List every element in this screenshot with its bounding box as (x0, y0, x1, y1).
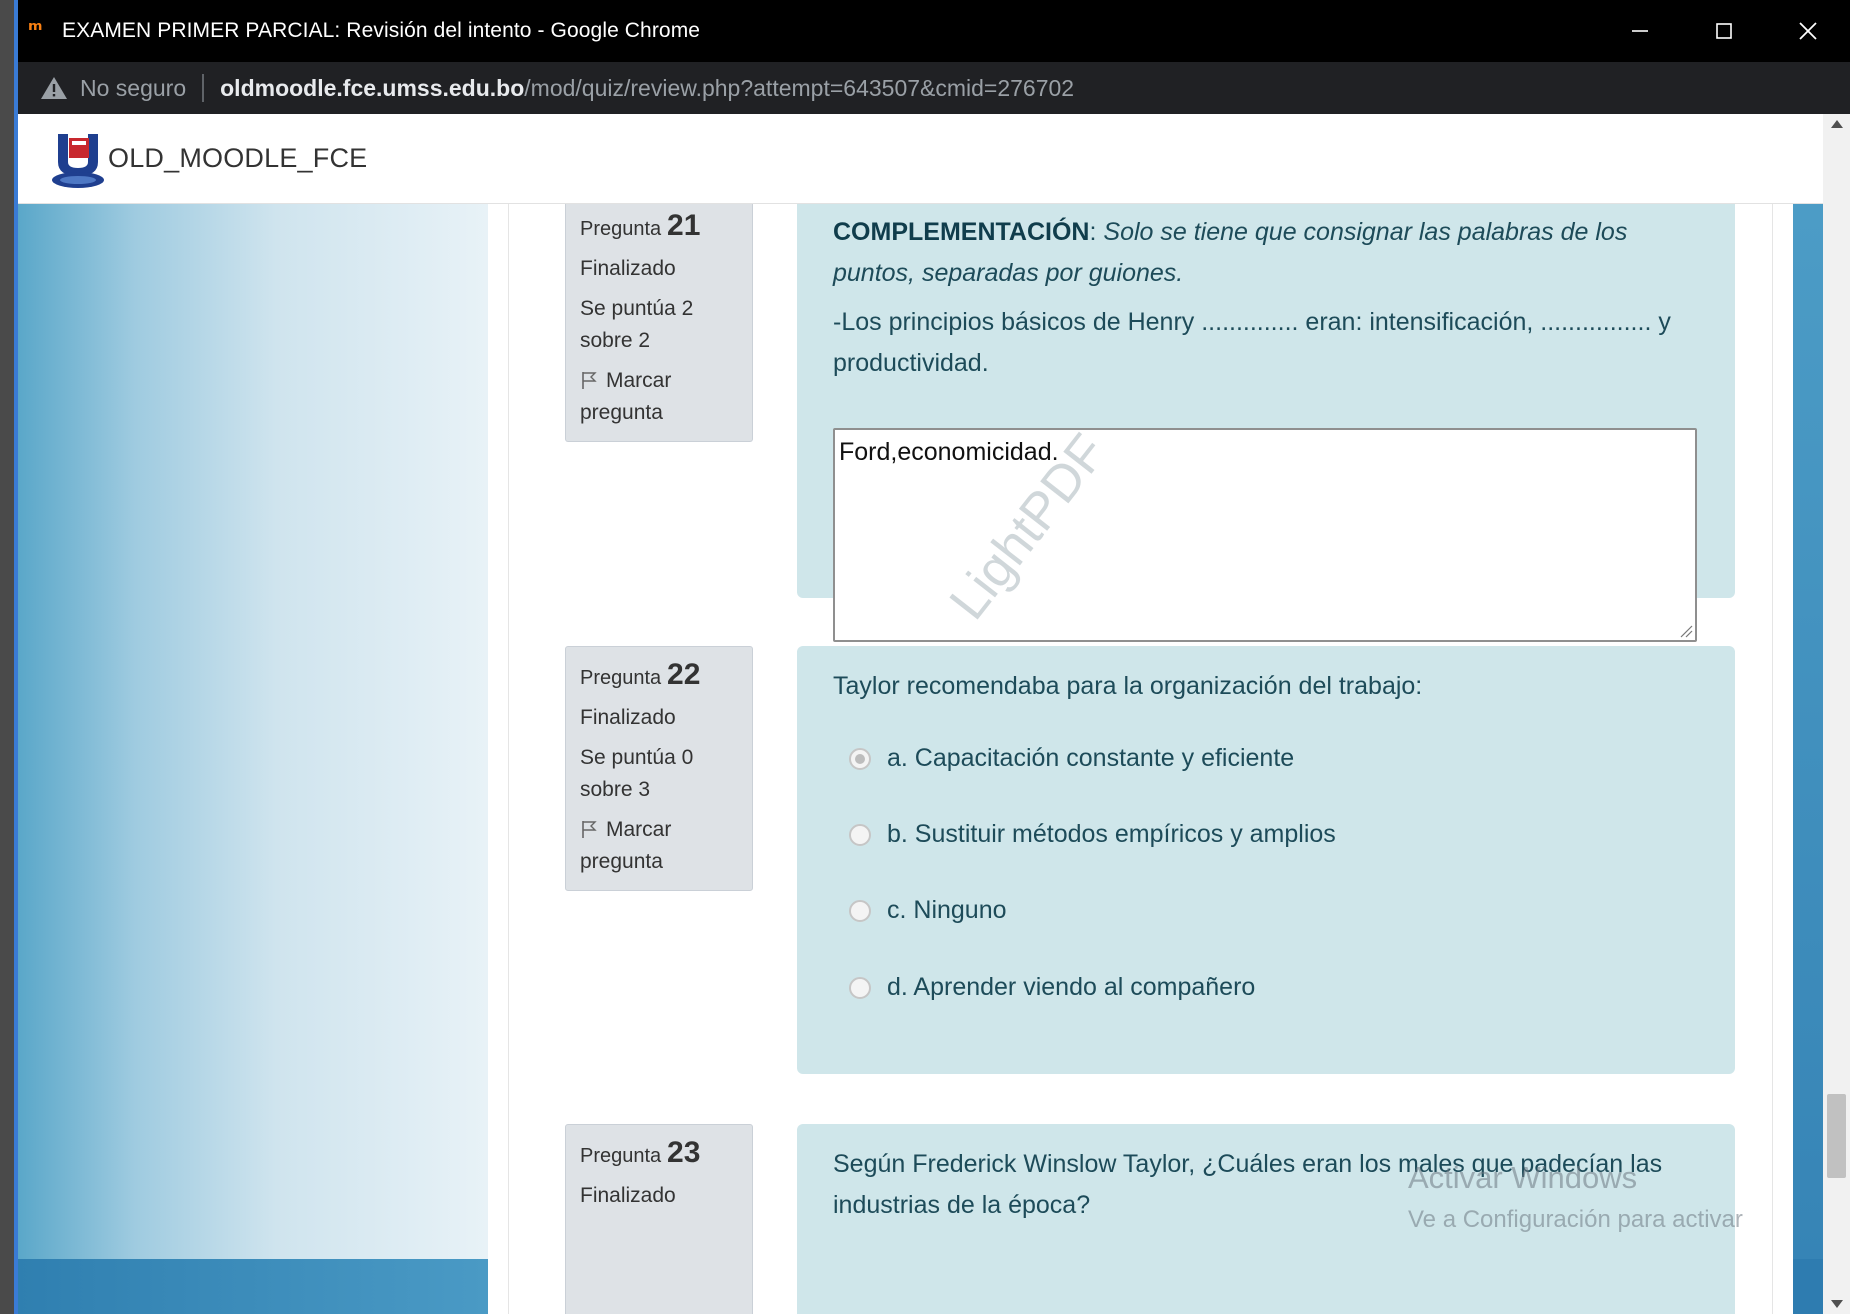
question-label: Pregunta (580, 218, 662, 240)
url-path[interactable]: /mod/quiz/review.php?attempt=643507&cmid… (524, 75, 1074, 102)
address-bar[interactable]: No seguro oldmoodle.fce.umss.edu.bo/mod/… (18, 62, 1850, 114)
question-grade: Se puntúa 2 sobre 2 (580, 297, 694, 352)
option-label[interactable]: b. Sustituir métodos empíricos y amplios (887, 820, 1336, 849)
minimize-button[interactable] (1598, 0, 1682, 62)
flag-icon (582, 821, 597, 838)
radio-c[interactable] (849, 899, 871, 922)
question-label: Pregunta (580, 1145, 662, 1167)
window-controls (1598, 0, 1850, 62)
background-right (1793, 204, 1823, 1314)
radio-a[interactable] (849, 747, 871, 770)
question-state: Finalizado (580, 706, 676, 729)
quiz-review-content: Pregunta 21 Finalizado Se puntúa 2 sobre… (508, 204, 1773, 1314)
scroll-down-icon[interactable] (1831, 1300, 1843, 1308)
answer-textarea[interactable]: Ford,economicidad. (833, 428, 1697, 642)
answer-text[interactable]: Ford,economicidad. (839, 438, 1059, 466)
question-text: -Los principios básicos de Henry .......… (833, 308, 1671, 377)
question-number: 21 (667, 209, 701, 242)
url-host[interactable]: oldmoodle.fce.umss.edu.bo (220, 75, 524, 102)
close-button[interactable] (1766, 0, 1850, 62)
option-label[interactable]: a. Capacitación constante y eficiente (887, 744, 1294, 773)
browser-window: ᵐ EXAMEN PRIMER PARCIAL: Revisión del in… (18, 0, 1850, 1314)
answer-option-b[interactable]: b. Sustituir métodos empíricos y amplios (849, 820, 1336, 849)
background-left (18, 204, 488, 1314)
flag-question-link[interactable]: Marcar pregunta (580, 365, 738, 429)
question-heading: COMPLEMENTACIÓN (833, 218, 1090, 246)
site-brand[interactable]: OLD_MOODLE_FCE (108, 143, 367, 174)
minimize-icon (1632, 30, 1648, 32)
activate-subtitle: Ve a Configuración para activar (1408, 1206, 1743, 1233)
moodle-icon: ᵐ (28, 18, 43, 43)
answer-option-c[interactable]: c. Ninguno (849, 896, 1007, 925)
radio-b[interactable] (849, 823, 871, 846)
question-body-21: COMPLEMENTACIÓN: Solo se tiene que consi… (797, 204, 1735, 642)
window-title: EXAMEN PRIMER PARCIAL: Revisión del inte… (62, 19, 701, 42)
radio-d[interactable] (849, 976, 871, 999)
address-separator (202, 74, 205, 102)
site-navbar: OLD_MOODLE_FCE (18, 114, 1823, 204)
fce-logo-icon[interactable] (48, 128, 108, 190)
question-state: Finalizado (580, 1184, 676, 1207)
flag-question-link[interactable]: Marcar pregunta (580, 814, 738, 878)
desktop-edge (0, 0, 18, 1314)
question-label: Pregunta (580, 667, 662, 689)
question-state: Finalizado (580, 257, 676, 280)
question-info-22: Pregunta 22 Finalizado Se puntúa 0 sobre… (565, 646, 753, 891)
maximize-icon (1716, 23, 1732, 39)
question-grade: Se puntúa 0 sobre 3 (580, 746, 694, 801)
scroll-up-icon[interactable] (1831, 120, 1843, 128)
maximize-button[interactable] (1682, 0, 1766, 62)
close-icon (1799, 22, 1817, 40)
scroll-thumb[interactable] (1827, 1094, 1846, 1178)
warning-icon[interactable] (40, 75, 68, 101)
question-text: Taylor recomendaba para la organización … (833, 672, 1423, 700)
answer-option-d[interactable]: d. Aprender viendo al compañero (849, 973, 1255, 1002)
title-bar: ᵐ EXAMEN PRIMER PARCIAL: Revisión del in… (18, 0, 1850, 62)
question-body-22: Taylor recomendaba para la organización … (797, 646, 1735, 1074)
answer-option-a[interactable]: a. Capacitación constante y eficiente (849, 744, 1294, 773)
activate-title: Activar Windows (1408, 1160, 1638, 1195)
question-info-23: Pregunta 23 Finalizado (565, 1124, 753, 1314)
flag-icon (582, 372, 597, 389)
security-label[interactable]: No seguro (80, 75, 186, 102)
question-info-21: Pregunta 21 Finalizado Se puntúa 2 sobre… (565, 204, 753, 442)
resize-grip-icon[interactable] (1679, 624, 1693, 638)
vertical-scrollbar[interactable] (1823, 114, 1850, 1314)
option-label[interactable]: d. Aprender viendo al compañero (887, 973, 1255, 1002)
option-label[interactable]: c. Ninguno (887, 896, 1007, 925)
page-viewport: OLD_MOODLE_FCE Pregunta 21 Finalizado Se… (18, 114, 1850, 1314)
windows-activation-notice: Activar Windows Ve a Configuración para … (1408, 1160, 1743, 1234)
question-number: 23 (667, 1136, 701, 1169)
question-number: 22 (667, 658, 701, 691)
